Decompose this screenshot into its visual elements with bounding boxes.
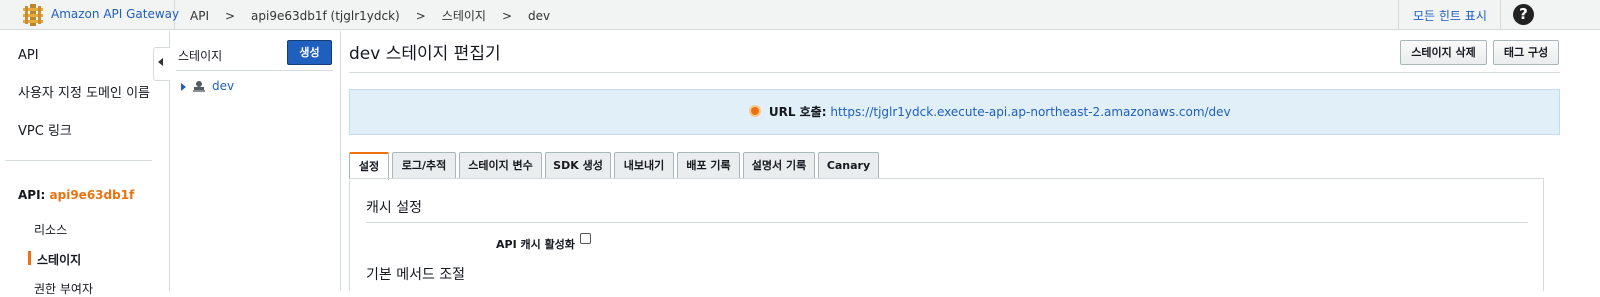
sidebar-item-authorizers[interactable]: 권한 부여자	[34, 280, 93, 297]
sidebar-api-title: API: api9e63db1f	[18, 188, 134, 202]
api-name: api9e63db1f	[49, 188, 135, 202]
tab-documentation-history[interactable]: 설명서 기록	[743, 152, 815, 179]
sidebar-divider	[5, 160, 152, 161]
help-icon: ?	[1513, 4, 1534, 25]
active-indicator	[28, 251, 31, 265]
settings-panel: 캐시 설정 API 캐시 활성화 기본 메서드 조절	[349, 178, 1544, 291]
tab-canary[interactable]: Canary	[818, 152, 879, 179]
create-button[interactable]: 생성	[287, 40, 332, 65]
brand-link[interactable]: Amazon API Gateway	[0, 0, 179, 30]
sidebar-item-stages[interactable]: 스테이지	[37, 251, 81, 268]
sidebar-item-vpc-link[interactable]: VPC 링크	[18, 120, 72, 139]
stage-icon	[193, 81, 205, 92]
delete-stage-button[interactable]: 스테이지 삭제	[1400, 40, 1487, 65]
breadcrumb: API > api9e63db1f (tjglr1ydck) > 스테이지 > dev	[190, 7, 550, 24]
tag-config-button[interactable]: 태그 구성	[1493, 40, 1559, 65]
section-divider	[366, 222, 1528, 223]
tab-settings[interactable]: 설정	[349, 152, 389, 180]
invoke-url-row: URL 호출: https://tjglr1ydck.execute-api.a…	[749, 103, 1231, 120]
sidebar: API 사용자 지정 도메인 이름 VPC 링크 API: api9e63db1…	[0, 31, 170, 296]
invoke-url-link[interactable]: https://tjglr1ydck.execute-api.ap-northe…	[830, 105, 1230, 119]
breadcrumb-api-name[interactable]: api9e63db1f (tjglr1ydck)	[251, 9, 400, 23]
breadcrumb-separator: >	[224, 9, 236, 23]
sidebar-item-custom-domain[interactable]: 사용자 지정 도메인 이름	[18, 82, 150, 101]
tree-item-dev[interactable]: dev	[212, 79, 234, 93]
collapse-sidebar-button[interactable]	[153, 47, 170, 81]
breadcrumb-separator: >	[415, 9, 426, 23]
tab-stage-variables[interactable]: 스테이지 변수	[459, 152, 542, 179]
breadcrumb-api[interactable]: API	[190, 9, 209, 23]
help-button[interactable]: ?	[1500, 0, 1544, 30]
breadcrumb-stages[interactable]: 스테이지	[442, 7, 486, 24]
info-dot-icon	[749, 105, 761, 117]
api-gateway-logo-icon	[23, 4, 43, 26]
breadcrumb-stage-dev: dev	[528, 9, 551, 23]
invoke-url-label: URL 호출:	[768, 105, 827, 119]
breadcrumb-separator: >	[501, 9, 513, 23]
top-navigation-bar: Amazon API Gateway API > api9e63db1f (tjgl…	[0, 0, 1600, 30]
tab-sdk-generation[interactable]: SDK 생성	[545, 152, 611, 179]
tab-deployment-history[interactable]: 배포 기록	[677, 152, 740, 179]
sidebar-item-resources[interactable]: 리소스	[34, 221, 67, 238]
title-divider	[349, 72, 1560, 73]
invoke-url-box: URL 호출: https://tjglr1ydck.execute-api.a…	[349, 89, 1560, 135]
page-title: dev 스테이지 편집기	[349, 44, 501, 64]
sidebar-item-api[interactable]: API	[18, 48, 39, 63]
expand-arrow-icon[interactable]	[181, 83, 186, 91]
enable-api-cache-checkbox[interactable]	[580, 233, 591, 244]
brand-name[interactable]: Amazon API Gateway	[51, 7, 179, 21]
enable-api-cache-label: API 캐시 활성화	[496, 238, 575, 251]
stage-panel-label: 스테이지	[178, 49, 223, 63]
panel-divider	[176, 70, 333, 71]
default-throttling-heading: 기본 메서드 조절	[366, 267, 466, 283]
cache-settings-heading: 캐시 설정	[366, 200, 422, 216]
tab-logs-tracing[interactable]: 로그/추적	[392, 152, 456, 179]
chevron-left-icon	[158, 58, 163, 66]
api-prefix: API:	[18, 188, 50, 202]
tab-export[interactable]: 내보내기	[614, 152, 674, 179]
show-all-hints-link[interactable]: 모든 힌트 표시	[1398, 0, 1500, 30]
stage-tree-panel: 스테이지 생성 dev	[170, 31, 341, 291]
